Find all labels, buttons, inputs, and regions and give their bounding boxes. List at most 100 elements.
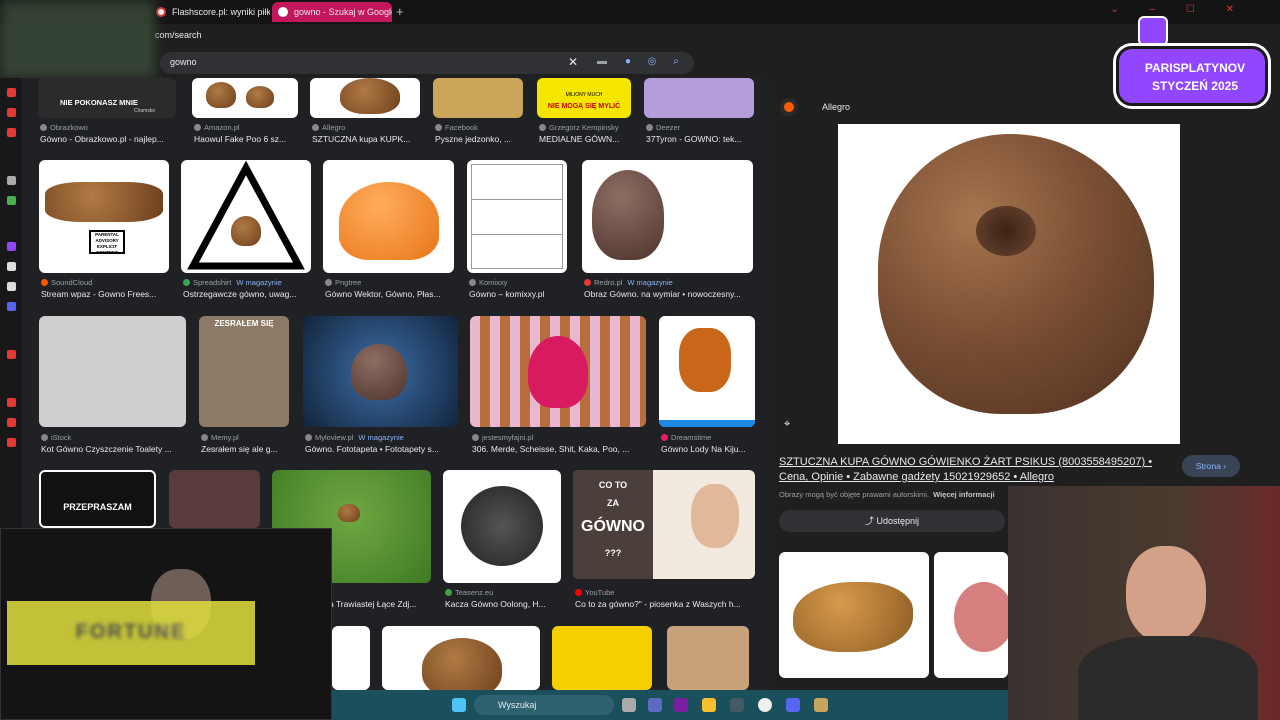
record-icon[interactable] — [7, 350, 16, 359]
result-title[interactable]: Haowul Fake Poo 6 sz... — [194, 134, 304, 144]
result-thumb[interactable] — [470, 316, 646, 427]
result-thumb[interactable]: CO TO ZA GÓWNO ??? — [573, 470, 755, 579]
result-thumb[interactable] — [644, 78, 754, 118]
result-thumb[interactable]: ZESRAŁEM SIĘ — [199, 316, 289, 427]
result-title[interactable]: SZTUCZNA kupa KUPK... — [312, 134, 424, 144]
discord-icon[interactable] — [7, 302, 16, 311]
result-thumb[interactable]: PARENTAL ADVISORY EXPLICIT CONTENT — [39, 160, 169, 273]
result-title[interactable]: 37Tyron - GOWNO: tek... — [646, 134, 756, 144]
parental-advisory-label: PARENTAL ADVISORY EXPLICIT CONTENT — [89, 230, 125, 255]
new-tab-icon[interactable]: + — [396, 4, 404, 19]
result-title[interactable]: Kot Gówno Czyszczenie Toalety ... — [41, 444, 191, 454]
result-thumb[interactable]: NIE POKONASZ MNIE Chamsko — [38, 78, 176, 118]
more-info-link[interactable]: Więcej informacji — [933, 490, 995, 499]
result-thumb[interactable] — [39, 316, 186, 427]
search-icon[interactable]: ⌕ — [670, 56, 682, 68]
tiktok-icon[interactable] — [7, 262, 16, 271]
visit-button[interactable]: Strona › — [1182, 455, 1240, 477]
result-thumb[interactable] — [382, 626, 540, 690]
folder-icon[interactable] — [7, 128, 16, 137]
result-title[interactable]: a Trawiastej Łące Zdj... — [329, 599, 439, 609]
result-thumb[interactable] — [192, 78, 298, 118]
result-title[interactable]: MEDIALNE GÓWN... — [539, 134, 639, 144]
league-icon[interactable] — [814, 698, 828, 712]
related-thumb[interactable] — [934, 552, 1008, 678]
result-thumb[interactable] — [303, 316, 458, 427]
result-title[interactable]: Gówno – komixxy.pl — [469, 289, 579, 299]
panel-title-link[interactable]: SZTUCZNA KUPA GÓWNO GÓWIENKO ŻART PSIKUS… — [779, 455, 1159, 485]
app-icon[interactable] — [730, 698, 744, 712]
result-source: Spreadshirt W magazynie — [183, 278, 282, 287]
teams-icon[interactable] — [648, 698, 662, 712]
yt-text-3: GÓWNO — [581, 518, 645, 535]
discord-icon[interactable] — [786, 698, 800, 712]
result-title[interactable]: 306. Merde, Scheisse, Shit, Kaka, Poo, .… — [472, 444, 650, 454]
twitch-overlay: PARISPLATYNOV STYCZEŃ 2025 — [1108, 10, 1268, 114]
result-thumb[interactable] — [323, 160, 454, 273]
bookmark-icon[interactable] — [7, 88, 16, 97]
result-thumb[interactable] — [332, 626, 370, 690]
app-icon[interactable] — [674, 698, 688, 712]
address-bar[interactable]: com/search — [0, 24, 1280, 48]
taskview-icon[interactable] — [622, 698, 636, 712]
gear-icon[interactable] — [7, 438, 16, 447]
result-source: YouTube — [575, 588, 614, 597]
result-thumb[interactable] — [310, 78, 420, 118]
result-source: Dreamstime — [661, 433, 711, 442]
result-thumb[interactable] — [667, 626, 749, 690]
url-text[interactable]: com/search — [155, 30, 202, 40]
app-icon[interactable] — [7, 196, 16, 205]
search-box[interactable]: gowno ✕ ▬ ● ◎ ⌕ — [160, 52, 694, 74]
preview-image[interactable] — [838, 124, 1180, 444]
pink-poo-shape — [528, 336, 588, 408]
result-thumb[interactable] — [467, 160, 567, 273]
result-title[interactable]: Obraz Gówno. na wymiar • nowoczesny... — [584, 289, 756, 299]
twitch-icon[interactable] — [7, 242, 16, 251]
tab-flashscore[interactable]: Flashscore.pl: wyniki piłk — [150, 2, 270, 22]
result-thumb[interactable] — [582, 160, 753, 273]
result-title[interactable]: Gówno. Fototapeta • Fototapety s... — [305, 444, 461, 454]
camera-lens-icon[interactable]: ◎ — [646, 56, 658, 68]
result-thumb[interactable] — [552, 626, 652, 690]
windows-start-icon[interactable] — [452, 698, 466, 712]
microphone-icon[interactable]: ● — [622, 56, 634, 68]
x-icon[interactable] — [7, 282, 16, 291]
keyboard-icon[interactable]: ▬ — [596, 56, 608, 68]
result-title[interactable]: Pyszne jedzonko, ... — [435, 134, 530, 144]
result-source: Myloview.pl W magazynie — [305, 433, 404, 442]
history-icon[interactable] — [7, 398, 16, 407]
result-thumb[interactable]: MILIONY MUCH NIE MOGĄ SIĘ MYLIĆ — [537, 78, 631, 118]
mail-icon[interactable] — [7, 108, 16, 117]
arrow-icon[interactable] — [7, 176, 16, 185]
result-title[interactable]: Stream wpaz - Gowno Frees... — [41, 289, 171, 299]
result-title[interactable]: Gówno - Obrazkowo.pl - najlep... — [40, 134, 180, 144]
result-title[interactable]: Gówno Wektor, Gówno, Płas... — [325, 289, 455, 299]
result-thumb[interactable] — [659, 316, 755, 427]
result-thumb[interactable] — [169, 470, 260, 528]
clear-search-icon[interactable]: ✕ — [568, 55, 578, 69]
streamer-face — [1126, 546, 1206, 642]
tab-google-search[interactable]: gowno - Szukaj w Google — [272, 2, 392, 22]
related-thumb[interactable] — [779, 552, 929, 678]
result-title[interactable]: Ostrzegawcze gówno, uwag... — [183, 289, 313, 299]
share-button[interactable]: ⤴ Udostępnij — [779, 510, 1005, 532]
result-source: Komixxy — [469, 278, 507, 287]
visit-label: Strona — [1195, 461, 1221, 471]
site-icon — [41, 279, 48, 286]
file-explorer-icon[interactable] — [702, 698, 716, 712]
result-thumb[interactable]: PRZEPRASZAM — [39, 470, 156, 528]
search-input[interactable]: gowno — [170, 57, 197, 67]
result-title[interactable]: Gówno Lody Na Kiju... — [661, 444, 757, 454]
settings-icon[interactable] — [7, 418, 16, 427]
taskbar-search[interactable]: Wyszukaj — [474, 695, 614, 715]
obs-icon[interactable] — [758, 698, 772, 712]
result-title[interactable]: Kacza Gówno Oolong, H... — [445, 599, 567, 609]
result-title[interactable]: Co to za gówno?" - piosenka z Waszych h.… — [575, 599, 757, 609]
result-thumb[interactable] — [443, 470, 561, 583]
result-thumb[interactable] — [181, 160, 311, 273]
result-thumb[interactable] — [433, 78, 523, 118]
result-title[interactable]: Zesrałem się ale g... — [201, 444, 297, 454]
panel-source[interactable]: Allegro — [822, 102, 850, 112]
lens-search-icon[interactable]: ⌖ — [784, 418, 790, 431]
yt-left-panel: CO TO ZA GÓWNO ??? — [573, 470, 653, 579]
